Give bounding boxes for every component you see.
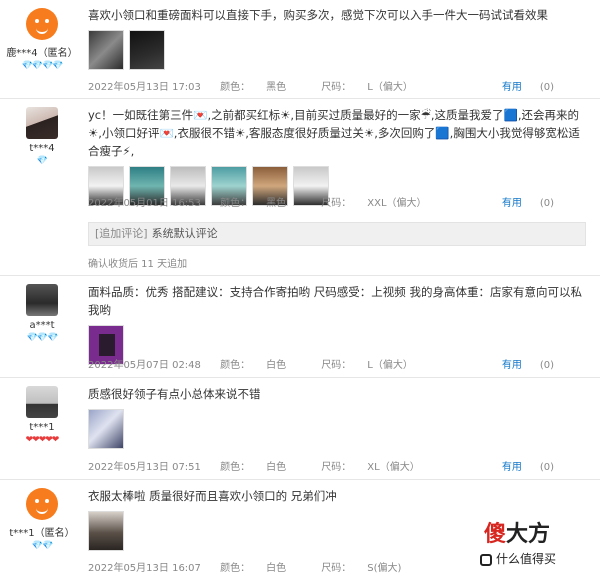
watermark-brand: 傻大方 bbox=[484, 521, 551, 547]
username: t***1 bbox=[29, 422, 55, 433]
review-color: 颜色： 黑色 bbox=[220, 82, 287, 93]
avatar[interactable] bbox=[26, 488, 58, 520]
avatar[interactable] bbox=[26, 8, 58, 40]
review-size: 尺码： XXL（偏大） bbox=[321, 198, 427, 209]
username: a***t bbox=[29, 320, 55, 331]
review-date: 2022年05月01日 16:53 bbox=[88, 198, 201, 209]
avatar[interactable] bbox=[26, 107, 58, 139]
review-photo-thumbnail[interactable] bbox=[88, 409, 124, 449]
member-level-badge: 💎 bbox=[36, 156, 48, 166]
avatar[interactable] bbox=[26, 284, 58, 316]
review-size: 尺码： S(偏大) bbox=[321, 563, 402, 574]
followup-time: 确认收货后 11 天追加 bbox=[88, 259, 188, 270]
review-date: 2022年05月13日 16:07 bbox=[88, 563, 201, 574]
member-level-badge: 💎💎 bbox=[31, 541, 53, 551]
username: t***4 bbox=[29, 143, 55, 154]
review-text: 喜欢小领口和重磅面料可以直接下手，购买多次，感觉下次可以入手一件大一码试试看效果 bbox=[88, 8, 548, 22]
review-photo-thumbnail[interactable] bbox=[88, 30, 124, 70]
watermark: 傻大方 什么值得买 bbox=[480, 516, 590, 574]
review-text: 衣服太棒啦 质量很好而且喜欢小领口的 兄弟们冲 bbox=[88, 489, 337, 503]
watermark-site: 什么值得买 bbox=[480, 550, 556, 567]
member-level-badge: 💎💎💎 bbox=[26, 333, 59, 343]
smzdm-logo-icon bbox=[480, 553, 492, 566]
avatar[interactable] bbox=[26, 386, 58, 418]
review-photo-thumbnail[interactable] bbox=[129, 30, 165, 70]
member-level-badge: 💎💎💎💎 bbox=[21, 61, 64, 71]
review-item: t***1 ❤❤❤❤❤ 质感很好领子有点小总体来说不错 2022年05月13日 … bbox=[0, 378, 600, 479]
review-color: 颜色： 黑色 bbox=[220, 198, 287, 209]
member-level-badge: ❤❤❤❤❤ bbox=[25, 435, 60, 445]
review-item: a***t 💎💎💎 面料品质：优秀 搭配建议：支持合作寄拍哟 尺码感受：上视频 … bbox=[0, 276, 600, 377]
review-text: 面料品质：优秀 搭配建议：支持合作寄拍哟 尺码感受：上视频 我的身高体重：店家有… bbox=[88, 285, 582, 317]
review-images bbox=[88, 30, 586, 70]
useful-button[interactable]: 有用 (0) bbox=[502, 356, 570, 371]
review-color: 颜色： 白色 bbox=[220, 360, 287, 371]
review-date: 2022年05月07日 02:48 bbox=[88, 360, 201, 371]
review-date: 2022年05月13日 07:51 bbox=[88, 462, 201, 473]
review-photo-thumbnail[interactable] bbox=[88, 511, 124, 551]
followup-tag: [追加评论] bbox=[95, 227, 148, 240]
useful-button[interactable]: 有用 (0) bbox=[502, 194, 570, 209]
review-color: 颜色： 白色 bbox=[220, 563, 287, 574]
review-date: 2022年05月13日 17:03 bbox=[88, 82, 201, 93]
useful-button[interactable]: 有用 (0) bbox=[502, 78, 570, 93]
review-size: 尺码： L（偏大） bbox=[321, 82, 413, 93]
review-item: 鹿***4（匿名） 💎💎💎💎 喜欢小领口和重磅面料可以直接下手，购买多次，感觉下… bbox=[0, 0, 600, 98]
review-color: 颜色： 白色 bbox=[220, 462, 287, 473]
review-text: 质感很好领子有点小总体来说不错 bbox=[88, 387, 261, 401]
useful-button[interactable]: 有用 (0) bbox=[502, 458, 570, 473]
review-size: 尺码： XL（偏大） bbox=[321, 462, 420, 473]
followup-review-box: [追加评论] 系统默认评论 bbox=[88, 222, 586, 246]
followup-text: 系统默认评论 bbox=[151, 227, 218, 240]
username: 鹿***4（匿名） bbox=[6, 48, 78, 59]
username: t***1（匿名） bbox=[9, 528, 75, 539]
review-images bbox=[88, 409, 586, 449]
review-text: yc！一如既往第三件💌,之前都买红标☀,目前买过质量最好的一家☔,这质量我爱了🟦… bbox=[88, 108, 580, 158]
review-size: 尺码： L（偏大） bbox=[321, 360, 413, 371]
review-item: t***4 💎 yc！一如既往第三件💌,之前都买红标☀,目前买过质量最好的一家☔… bbox=[0, 99, 600, 275]
